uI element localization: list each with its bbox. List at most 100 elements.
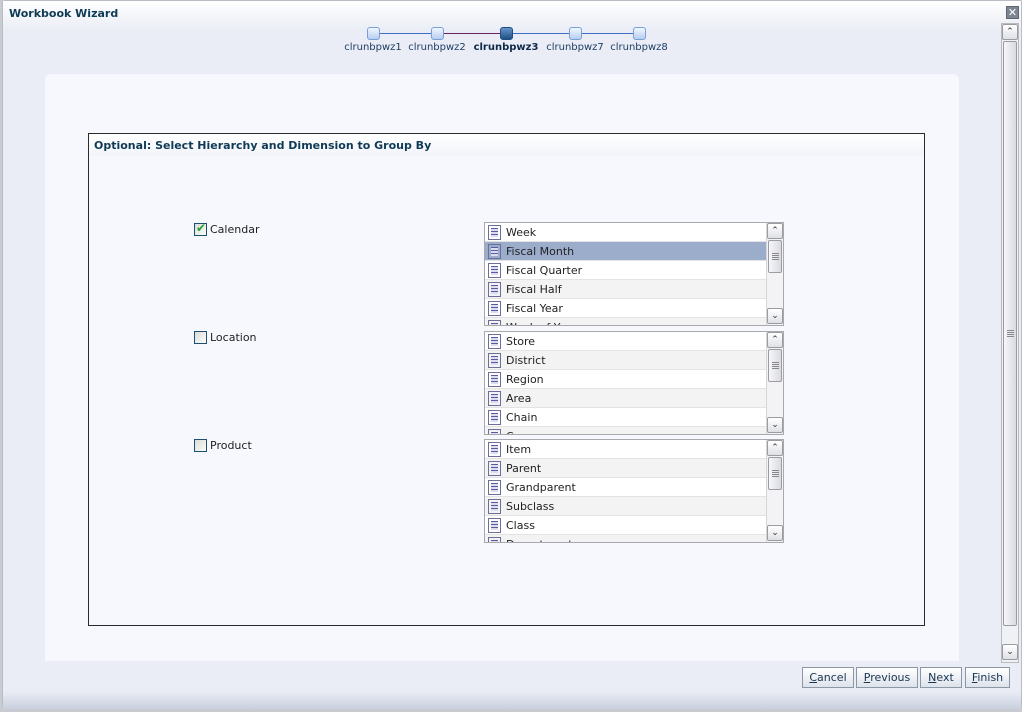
- workbook-wizard-dialog: Workbook Wizard ✕ clrunbpwz1 clrunbpwz2 cl…: [2, 0, 1022, 709]
- scrollbar-thumb[interactable]: [1003, 41, 1017, 626]
- train-connector: [582, 33, 639, 34]
- train-label-clrunbpwz8[interactable]: clrunbpwz8: [610, 42, 668, 53]
- checkbox-box[interactable]: ✔: [194, 221, 207, 236]
- train-stop-clrunbpwz1[interactable]: [367, 27, 380, 40]
- list-item[interactable]: Fiscal Quarter: [485, 261, 766, 280]
- listbox-scrollbar[interactable]: ⌃ ⌄: [766, 223, 783, 325]
- train-stop-clrunbpwz2[interactable]: [431, 27, 444, 40]
- scroll-up-icon[interactable]: ⌃: [1002, 24, 1018, 40]
- list-item[interactable]: District: [485, 351, 766, 370]
- grip-icon: [1007, 330, 1014, 337]
- scroll-up-icon[interactable]: ⌃: [767, 332, 783, 348]
- close-icon[interactable]: ✕: [1006, 6, 1019, 19]
- level-icon: [488, 300, 501, 316]
- train-label-clrunbpwz3[interactable]: clrunbpwz3: [474, 42, 539, 53]
- train-label-clrunbpwz1[interactable]: clrunbpwz1: [344, 42, 402, 53]
- list-item[interactable]: Department: [485, 535, 766, 542]
- checkbox-location[interactable]: Location: [194, 331, 257, 344]
- list-item-label: Chain: [506, 410, 538, 424]
- grip-icon: [772, 470, 779, 477]
- list-item-label: Fiscal Quarter: [506, 263, 583, 277]
- list-item[interactable]: Item: [485, 440, 766, 459]
- list-item[interactable]: Fiscal Month: [485, 242, 766, 261]
- list-item[interactable]: Region: [485, 370, 766, 389]
- list-item-label: Fiscal Half: [506, 282, 562, 296]
- previous-button[interactable]: Previous: [856, 667, 918, 688]
- train-label-clrunbpwz2[interactable]: clrunbpwz2: [408, 42, 466, 53]
- checkbox-calendar[interactable]: ✔ Calendar: [194, 221, 260, 236]
- train-stop-clrunbpwz3[interactable]: [500, 27, 513, 40]
- scrollbar-thumb[interactable]: [768, 457, 782, 490]
- listbox-location[interactable]: StoreDistrictRegionAreaChainCompany⌃⌄: [484, 331, 784, 435]
- checkbox-label: Calendar: [210, 223, 260, 236]
- list-item[interactable]: Company: [485, 427, 766, 434]
- listbox-calendar[interactable]: Week Fiscal Month Fiscal Quarter Fiscal Hal…: [484, 222, 784, 326]
- dialog-scrollbar[interactable]: ⌃ ⌄: [1001, 23, 1019, 663]
- previous-label: revious: [870, 671, 911, 684]
- level-icon: [488, 262, 501, 278]
- list-item[interactable]: Class: [485, 516, 766, 535]
- level-icon: [488, 319, 501, 325]
- listbox-scrollbar[interactable]: ⌃ ⌄: [766, 440, 783, 542]
- checkmark-icon: ✔: [196, 221, 207, 235]
- scrollbar-thumb[interactable]: [768, 240, 782, 273]
- train-connector: [380, 33, 437, 34]
- level-icon: [488, 479, 501, 495]
- next-button[interactable]: Next: [920, 667, 962, 688]
- finish-label: inish: [977, 671, 1004, 684]
- list-item-label: Week: [506, 225, 537, 239]
- level-icon: [488, 517, 501, 533]
- scroll-up-icon[interactable]: ⌃: [767, 440, 783, 456]
- list-item[interactable]: Subclass: [485, 497, 766, 516]
- list-item-label: Class: [506, 518, 535, 532]
- train-stop-clrunbpwz7[interactable]: [569, 27, 582, 40]
- train-label-clrunbpwz7[interactable]: clrunbpwz7: [546, 42, 604, 53]
- level-icon: [488, 371, 501, 387]
- list-item-label: Week of Year: [506, 321, 577, 326]
- listbox-scrollbar[interactable]: ⌃ ⌄: [766, 332, 783, 434]
- list-item[interactable]: Store: [485, 332, 766, 351]
- scroll-down-icon[interactable]: ⌄: [767, 417, 783, 433]
- grip-icon: [772, 362, 779, 369]
- list-item[interactable]: Chain: [485, 408, 766, 427]
- list-item[interactable]: Fiscal Half: [485, 280, 766, 299]
- list-item-label: Item: [506, 442, 532, 456]
- cancel-button[interactable]: Cancel: [802, 667, 854, 688]
- level-icon: [488, 281, 501, 297]
- list-item-label: Region: [506, 372, 544, 386]
- checkbox-label: Product: [210, 439, 252, 452]
- list-item-label: Fiscal Year: [506, 301, 563, 315]
- list-item-label: Area: [506, 391, 532, 405]
- cancel-label: ancel: [817, 671, 847, 684]
- listbox-product[interactable]: Item Parent Grandparent Subclass Class Depart…: [484, 439, 784, 543]
- scroll-up-icon[interactable]: ⌃: [767, 223, 783, 239]
- scrollbar-thumb[interactable]: [768, 349, 782, 382]
- scroll-down-icon[interactable]: ⌄: [767, 308, 783, 324]
- list-item[interactable]: Grandparent: [485, 478, 766, 497]
- scroll-down-icon[interactable]: ⌄: [1002, 644, 1018, 660]
- checkbox-label: Location: [210, 331, 257, 344]
- list-item-label: Store: [506, 334, 536, 348]
- list-item-label: Parent: [506, 461, 542, 475]
- list-item[interactable]: Week of Year: [485, 318, 766, 326]
- section-title: Optional: Select Hierarchy and Dimension…: [94, 139, 432, 152]
- level-icon: [488, 224, 501, 240]
- list-item[interactable]: Parent: [485, 459, 766, 478]
- checkbox-box[interactable]: [194, 331, 207, 344]
- dialog-title: Workbook Wizard: [9, 7, 119, 20]
- list-item[interactable]: Fiscal Year: [485, 299, 766, 318]
- train-connector: [513, 33, 575, 34]
- checkbox-box[interactable]: [194, 439, 207, 452]
- level-icon: [488, 390, 501, 406]
- list-item-label: District: [506, 353, 546, 367]
- checkbox-product[interactable]: Product: [194, 439, 252, 452]
- scroll-down-icon[interactable]: ⌄: [767, 525, 783, 541]
- section-header: Optional: Select Hierarchy and Dimension…: [89, 134, 924, 156]
- list-item[interactable]: Area: [485, 389, 766, 408]
- finish-button[interactable]: Finish: [965, 667, 1010, 688]
- list-item-label: Subclass: [506, 499, 555, 513]
- level-icon: [488, 536, 501, 542]
- list-item[interactable]: Week: [485, 223, 766, 242]
- train-stop-clrunbpwz8[interactable]: [633, 27, 646, 40]
- wizard-train: clrunbpwz1 clrunbpwz2 clrunbpwz3 clrunbpwz7…: [343, 27, 673, 57]
